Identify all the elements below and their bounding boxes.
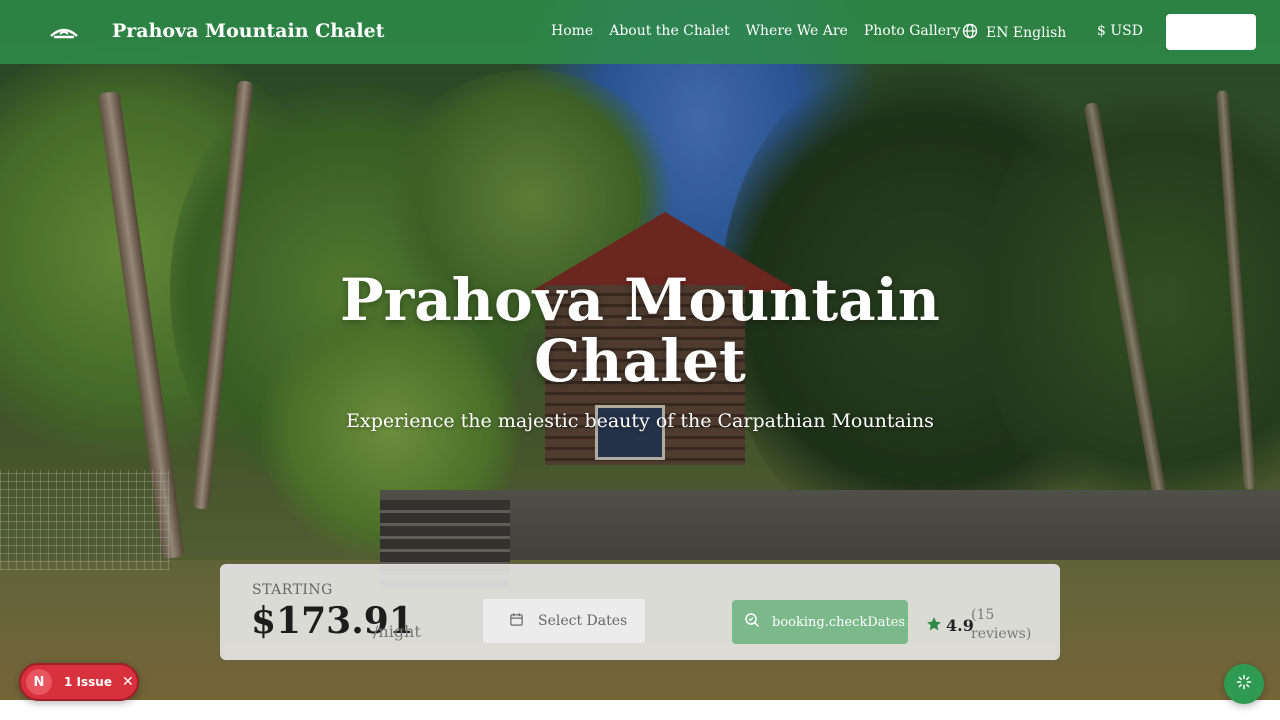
- top-navbar: Prahova Mountain Chalet Home About the C…: [0, 0, 1280, 64]
- hero-title: Prahova Mountain Chalet: [340, 266, 940, 395]
- rating-value: 4.9: [946, 616, 974, 635]
- close-icon[interactable]: ✕: [122, 674, 134, 690]
- brand-name[interactable]: Prahova Mountain Chalet: [112, 20, 384, 42]
- select-dates-label: Select Dates: [538, 613, 628, 629]
- sparkle-icon: [1236, 674, 1252, 694]
- globe-icon: [962, 23, 978, 43]
- chalet-logo-icon[interactable]: [48, 22, 80, 42]
- issue-count-label: 1 Issue: [64, 675, 112, 689]
- review-count[interactable]: (15 reviews): [971, 606, 1041, 644]
- main-nav: Home About the Chalet Where We Are Photo…: [551, 23, 961, 39]
- check-dates-label: booking.checkDates: [772, 614, 906, 630]
- nav-link-photo-gallery[interactable]: Photo Gallery: [864, 23, 961, 39]
- nav-link-where-we-are[interactable]: Where We Are: [746, 23, 848, 39]
- select-dates-button[interactable]: Select Dates: [482, 598, 646, 644]
- per-night-label: /night: [373, 622, 421, 641]
- calendar-icon: [509, 612, 524, 631]
- header-action-button[interactable]: [1166, 14, 1256, 50]
- nav-link-home[interactable]: Home: [551, 23, 593, 39]
- language-label: EN English: [986, 25, 1067, 41]
- issue-logo-icon: N: [26, 669, 52, 695]
- issues-badge[interactable]: N 1 Issue ✕: [19, 663, 139, 701]
- search-icon: [744, 612, 760, 632]
- floating-action-button[interactable]: [1224, 664, 1264, 704]
- star-icon: [926, 616, 942, 632]
- starting-label: STARTING: [252, 582, 333, 598]
- currency-selector[interactable]: $ USD: [1097, 23, 1143, 39]
- language-selector[interactable]: EN English: [962, 23, 1066, 43]
- booking-card: STARTING $173.91 /night Select Dates boo…: [220, 564, 1060, 660]
- check-dates-button[interactable]: booking.checkDates: [732, 600, 908, 644]
- nav-link-about[interactable]: About the Chalet: [609, 23, 729, 39]
- hero-subtitle: Experience the majestic beauty of the Ca…: [346, 410, 934, 432]
